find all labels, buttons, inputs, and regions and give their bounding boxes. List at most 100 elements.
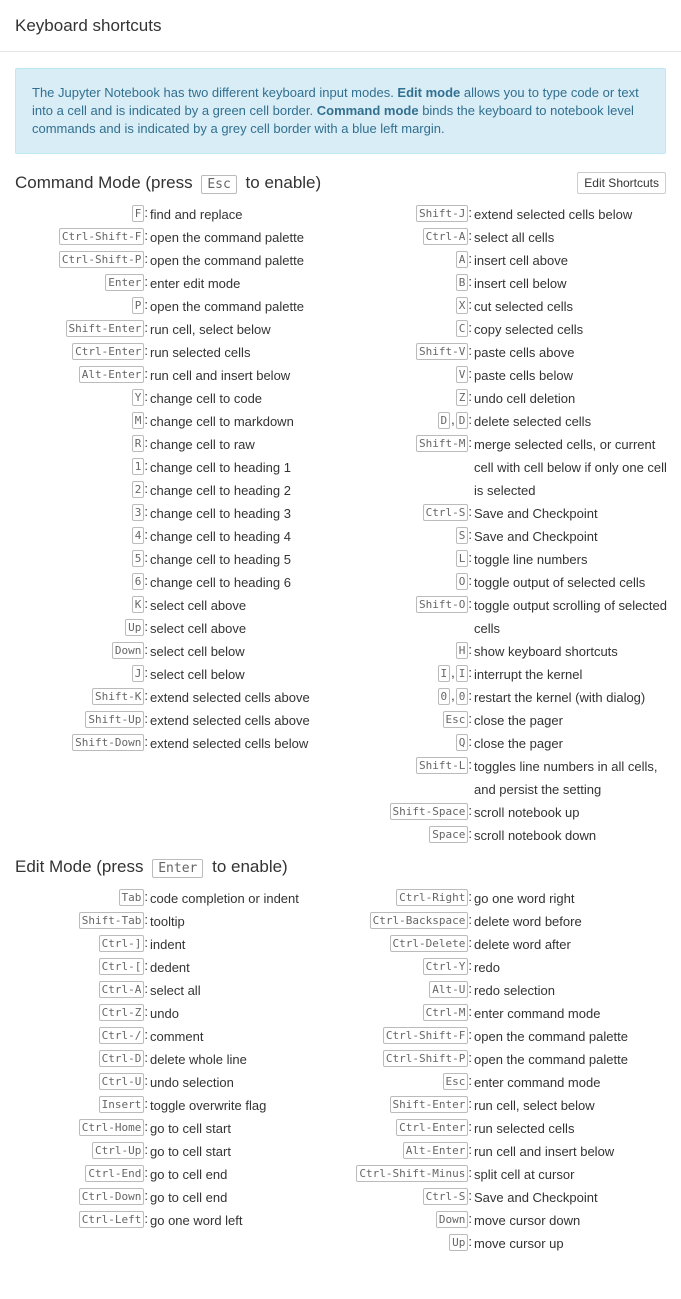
shortcut-description: move cursor up bbox=[474, 1236, 564, 1251]
shortcut-keys: Ctrl-A: bbox=[0, 226, 472, 245]
shortcut-keys: Ctrl-Delete: bbox=[0, 933, 472, 952]
shortcut-keys: B: bbox=[0, 272, 472, 291]
shortcut-row: Esc: enter command mode bbox=[0, 1071, 681, 1094]
shortcut-description: close the pager bbox=[474, 713, 563, 728]
shortcut-row: Ctrl-Shift-Minus: split cell at cursor bbox=[0, 1163, 681, 1186]
shortcut-key: Space bbox=[429, 826, 469, 843]
shortcut-row: V: paste cells below bbox=[0, 364, 681, 387]
shortcut-keys: Q: bbox=[0, 732, 472, 751]
shortcut-key: L bbox=[455, 550, 469, 567]
shortcut-key: Shift-M bbox=[416, 435, 469, 452]
shortcut-row: S: Save and Checkpoint bbox=[0, 525, 681, 548]
command-mode-title-pre: Command Mode (press bbox=[15, 172, 198, 192]
shortcut-row: Up: move cursor up bbox=[0, 1232, 681, 1255]
edit-mode-right-column: Ctrl-Right: go one word right Ctrl-Backspa… bbox=[0, 887, 681, 1255]
shortcut-description: toggles line numbers in all cells, and p… bbox=[474, 759, 658, 797]
shortcut-row: Esc: close the pager bbox=[0, 709, 681, 732]
edit-mode-header: Edit Mode (press Enter to enable) bbox=[0, 857, 681, 878]
shortcut-keys: D,D: bbox=[0, 410, 472, 429]
shortcut-key: 0 bbox=[455, 688, 469, 705]
info-edit-mode: Edit mode bbox=[397, 85, 461, 100]
shortcut-row: 0, 0: restart the kernel (with dialog) bbox=[0, 686, 681, 709]
shortcut-row: Ctrl-Shift-P: open the command palette bbox=[0, 1048, 681, 1071]
shortcut-key: B bbox=[455, 274, 469, 291]
shortcut-row: Shift-Enter: run cell, select below bbox=[0, 1094, 681, 1117]
edit-shortcuts-button[interactable]: Edit Shortcuts bbox=[577, 172, 666, 194]
shortcut-key: A bbox=[455, 251, 469, 268]
shortcut-key: C bbox=[455, 320, 469, 337]
shortcut-keys: 0,0: bbox=[0, 686, 472, 705]
shortcut-description: delete selected cells bbox=[474, 414, 592, 429]
shortcut-row: Ctrl-Enter: run selected cells bbox=[0, 1117, 681, 1140]
command-mode-shortcuts: F: find and replace Ctrl-Shift-F: open the … bbox=[0, 203, 681, 847]
shortcut-row: Ctrl-M: enter command mode bbox=[0, 1002, 681, 1025]
shortcut-row: Alt-U: redo selection bbox=[0, 979, 681, 1002]
shortcut-row: O: toggle output of selected cells bbox=[0, 571, 681, 594]
shortcut-row: Ctrl-S: Save and Checkpoint bbox=[0, 502, 681, 525]
shortcut-key: D bbox=[437, 412, 451, 429]
edit-mode-title-pre: Edit Mode (press bbox=[15, 857, 149, 876]
command-mode-title-post: to enable) bbox=[240, 172, 322, 192]
shortcut-key: Ctrl-S bbox=[422, 1188, 469, 1205]
shortcut-keys: Ctrl-Shift-F: bbox=[0, 1025, 472, 1044]
shortcut-row: Ctrl-Right: go one word right bbox=[0, 887, 681, 910]
shortcut-keys: Ctrl-Enter: bbox=[0, 1117, 472, 1136]
shortcut-keys: Z: bbox=[0, 387, 472, 406]
shortcut-key: Ctrl-Shift-F bbox=[382, 1027, 469, 1044]
shortcut-description: scroll notebook down bbox=[474, 828, 597, 843]
shortcut-keys: Up: bbox=[0, 1232, 472, 1251]
info-text-1: The Jupyter Notebook has two different k… bbox=[32, 85, 398, 100]
shortcut-key: Up bbox=[449, 1234, 469, 1251]
shortcut-keys: I,I: bbox=[0, 663, 472, 682]
edit-mode-title-post: to enable) bbox=[207, 857, 288, 876]
shortcut-description: cut selected cells bbox=[474, 299, 573, 314]
shortcut-key: Ctrl-M bbox=[422, 1004, 469, 1021]
shortcut-description: undo cell deletion bbox=[474, 391, 576, 406]
shortcut-row: Shift-L: toggles line numbers in all cell… bbox=[0, 755, 681, 801]
shortcut-description: enter command mode bbox=[474, 1006, 601, 1021]
shortcut-key: Esc bbox=[442, 711, 469, 728]
shortcut-row: Alt-Enter: run cell and insert below bbox=[0, 1140, 681, 1163]
shortcut-key: Ctrl-Delete bbox=[389, 935, 469, 952]
command-mode-title: Command Mode (press Esc to enable) bbox=[15, 173, 321, 194]
shortcut-keys: Shift-V: bbox=[0, 341, 472, 360]
key-separator: , bbox=[451, 412, 455, 427]
shortcut-row: Shift-J: extend selected cells below bbox=[0, 203, 681, 226]
shortcut-keys: X: bbox=[0, 295, 472, 314]
shortcut-key: Ctrl-S bbox=[422, 504, 469, 521]
shortcut-description: enter command mode bbox=[474, 1075, 601, 1090]
shortcut-keys: H: bbox=[0, 640, 472, 659]
shortcut-row: X: cut selected cells bbox=[0, 295, 681, 318]
shortcut-keys: A: bbox=[0, 249, 472, 268]
command-mode-key: Esc bbox=[201, 174, 237, 194]
shortcut-description: merge selected cells, or current cell wi… bbox=[474, 437, 667, 498]
shortcut-keys: Ctrl-Shift-Minus: bbox=[0, 1163, 472, 1182]
shortcut-row: Down: move cursor down bbox=[0, 1209, 681, 1232]
shortcut-key: Shift-J bbox=[416, 205, 469, 222]
shortcut-keys: V: bbox=[0, 364, 472, 383]
shortcut-description: delete word after bbox=[474, 937, 571, 952]
edit-mode-shortcuts: Tab: code completion or indent Shift-Tab: t… bbox=[0, 887, 681, 1255]
shortcut-key: Shift-L bbox=[416, 757, 469, 774]
shortcut-row: Ctrl-S: Save and Checkpoint bbox=[0, 1186, 681, 1209]
shortcut-key: Alt-Enter bbox=[402, 1142, 469, 1159]
shortcut-key: V bbox=[455, 366, 469, 383]
shortcut-description: go one word right bbox=[474, 891, 575, 906]
shortcut-row: C: copy selected cells bbox=[0, 318, 681, 341]
shortcut-keys: Alt-Enter: bbox=[0, 1140, 472, 1159]
shortcut-keys: Alt-U: bbox=[0, 979, 472, 998]
key-separator: , bbox=[451, 688, 455, 703]
shortcut-key: H bbox=[455, 642, 469, 659]
shortcut-key: X bbox=[455, 297, 469, 314]
shortcut-keys: Ctrl-S: bbox=[0, 502, 472, 521]
shortcut-row: A: insert cell above bbox=[0, 249, 681, 272]
shortcut-description: close the pager bbox=[474, 736, 563, 751]
shortcut-keys: Shift-L: bbox=[0, 755, 472, 774]
shortcut-keys: Shift-M: bbox=[0, 433, 472, 452]
shortcut-description: run cell and insert below bbox=[474, 1144, 615, 1159]
shortcut-keys: S: bbox=[0, 525, 472, 544]
shortcut-key: Q bbox=[455, 734, 469, 751]
shortcut-keys: Ctrl-Right: bbox=[0, 887, 472, 906]
shortcut-description: show keyboard shortcuts bbox=[474, 644, 618, 659]
shortcut-row: L: toggle line numbers bbox=[0, 548, 681, 571]
